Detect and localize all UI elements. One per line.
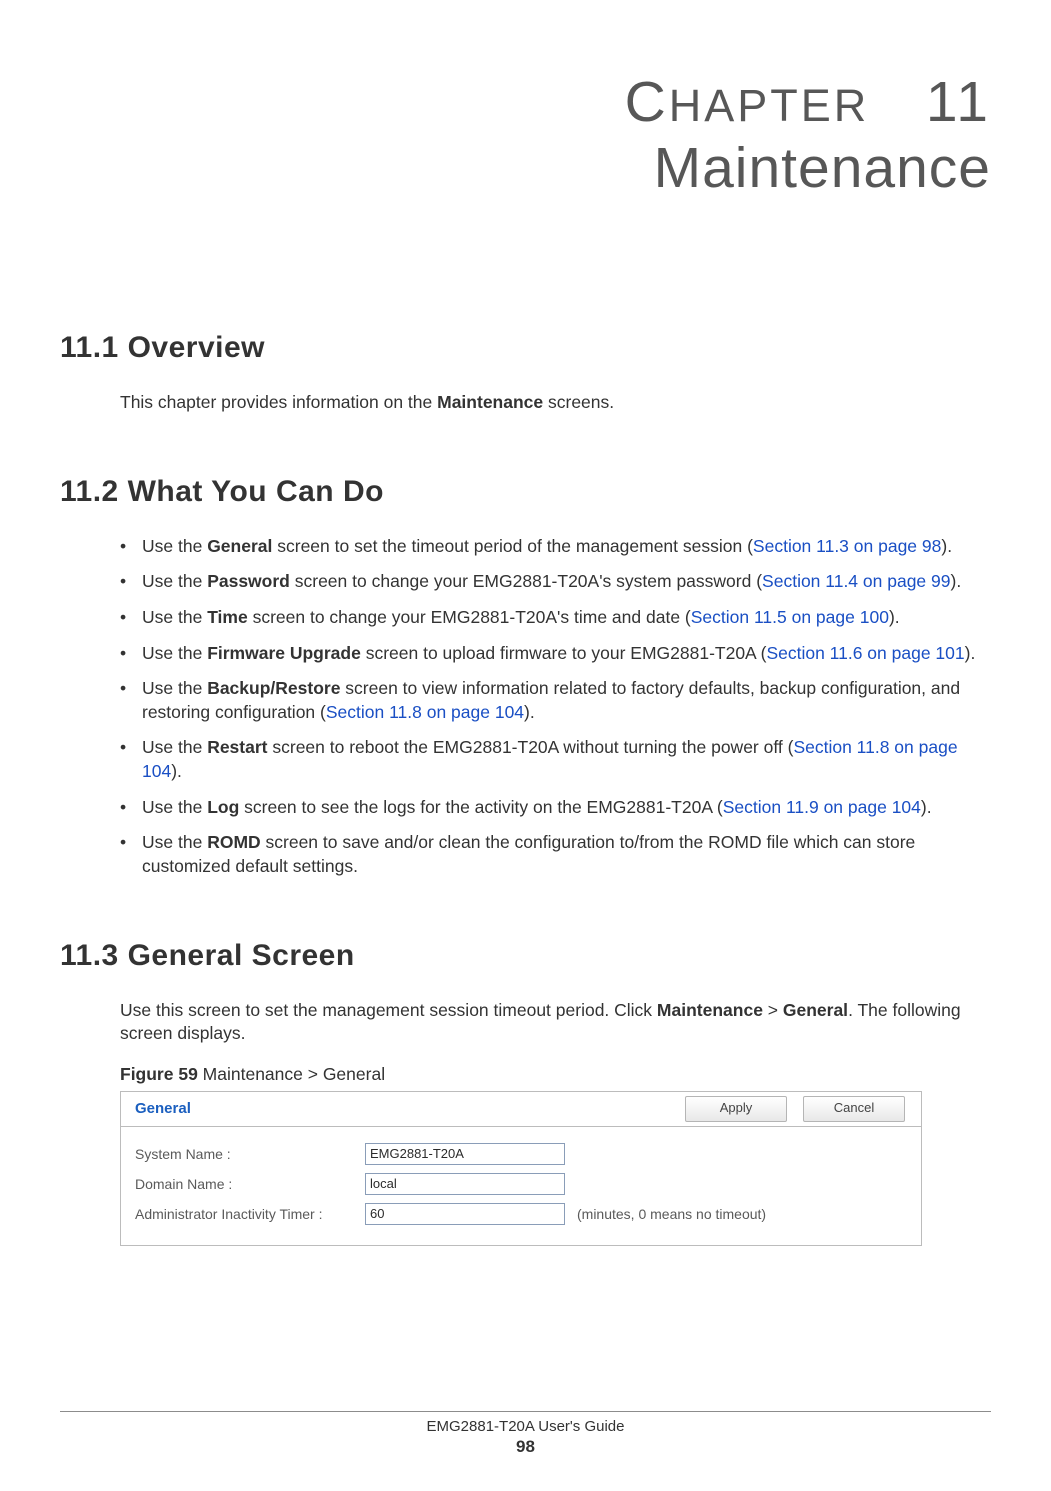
heading-whatyoucando: 11.2 What You Can Do <box>60 475 991 509</box>
section-overview: 11.1 Overview This chapter provides info… <box>60 331 991 415</box>
text: > <box>763 1000 783 1020</box>
row-inactivity-timer: Administrator Inactivity Timer : (minute… <box>135 1199 907 1229</box>
list-item: Use the General screen to set the timeou… <box>120 535 991 559</box>
text: screen to change your EMG2881-T20A's sys… <box>290 571 762 591</box>
text: screen to upload firmware to your EMG288… <box>361 643 767 663</box>
text: ). <box>889 607 900 627</box>
apply-button[interactable]: Apply <box>685 1096 787 1122</box>
text-bold: Firmware Upgrade <box>207 643 361 663</box>
input-system-name[interactable] <box>365 1143 565 1165</box>
section-whatyoucando: 11.2 What You Can Do Use the General scr… <box>60 475 991 879</box>
list-item: Use the Password screen to change your E… <box>120 570 991 594</box>
section-general-screen: 11.3 General Screen Use this screen to s… <box>60 939 991 1246</box>
label-domain-name: Domain Name : <box>135 1176 365 1192</box>
figure-ui-general: General Apply Cancel System Name : Domai… <box>120 1091 922 1246</box>
row-domain-name: Domain Name : <box>135 1169 907 1199</box>
text: ). <box>171 761 182 781</box>
text: Use the <box>142 797 207 817</box>
page: CHAPTER 11 Maintenance 11.1 Overview Thi… <box>0 0 1051 1491</box>
text-bold: Log <box>207 797 239 817</box>
text-bold: General <box>783 1000 848 1020</box>
footer-page-number: 98 <box>60 1437 991 1457</box>
cross-reference[interactable]: Section 11.3 on page 98 <box>753 536 941 556</box>
heading-overview: 11.1 Overview <box>60 331 991 365</box>
text: ). <box>965 643 976 663</box>
text: Use the <box>142 571 207 591</box>
cross-reference[interactable]: Section 11.8 on page 104 <box>326 702 524 722</box>
text: Use the <box>142 643 207 663</box>
chapter-smallcaps: HAPTER <box>669 80 870 131</box>
text: This chapter provides information on the <box>120 392 437 412</box>
text: Use the <box>142 536 207 556</box>
overview-paragraph: This chapter provides information on the… <box>120 391 991 415</box>
cross-reference[interactable]: Section 11.5 on page 100 <box>691 607 889 627</box>
figure-caption: Figure 59 Maintenance > General <box>120 1064 991 1085</box>
list-item: Use the Log screen to see the logs for t… <box>120 796 991 820</box>
chapter-prefix: C <box>625 70 669 134</box>
text: Use the <box>142 737 207 757</box>
ui-panel-title: General <box>121 1100 685 1117</box>
text: ). <box>921 797 932 817</box>
chapter-title: Maintenance <box>60 136 991 202</box>
figure-label: Figure 59 <box>120 1064 198 1084</box>
text-bold: Backup/Restore <box>207 678 340 698</box>
figure-title: Maintenance > General <box>198 1064 385 1084</box>
ui-body: System Name : Domain Name : Administrato… <box>121 1127 921 1245</box>
page-footer: EMG2881-T20A User's Guide 98 <box>60 1411 991 1457</box>
cross-reference[interactable]: Section 11.6 on page 101 <box>766 643 964 663</box>
text: Use the <box>142 678 207 698</box>
heading-general-screen: 11.3 General Screen <box>60 939 991 973</box>
text-bold: Restart <box>207 737 267 757</box>
bullet-list: Use the General screen to set the timeou… <box>120 535 991 879</box>
text-bold: Time <box>207 607 248 627</box>
text-bold: ROMD <box>207 832 260 852</box>
ui-header: General Apply Cancel <box>121 1092 921 1127</box>
label-system-name: System Name : <box>135 1146 365 1162</box>
general-paragraph: Use this screen to set the management se… <box>120 999 991 1046</box>
text: screen to change your EMG2881-T20A's tim… <box>248 607 691 627</box>
list-item: Use the ROMD screen to save and/or clean… <box>120 831 991 878</box>
chapter-header: CHAPTER 11 Maintenance <box>60 70 991 201</box>
list-item: Use the Time screen to change your EMG28… <box>120 606 991 630</box>
text: ). <box>951 571 962 591</box>
text: ). <box>524 702 535 722</box>
text-bold: Maintenance <box>437 392 543 412</box>
chapter-label: CHAPTER 11 <box>60 70 991 136</box>
list-item: Use the Restart screen to reboot the EMG… <box>120 736 991 783</box>
footer-guide-name: EMG2881-T20A User's Guide <box>427 1418 625 1435</box>
cross-reference[interactable]: Section 11.4 on page 99 <box>762 571 950 591</box>
text: screens. <box>543 392 614 412</box>
list-item: Use the Backup/Restore screen to view in… <box>120 677 991 724</box>
text: ). <box>941 536 952 556</box>
input-domain-name[interactable] <box>365 1173 565 1195</box>
list-item: Use the Firmware Upgrade screen to uploa… <box>120 642 991 666</box>
text: screen to set the timeout period of the … <box>272 536 753 556</box>
text: Use the <box>142 607 207 627</box>
text: Use this screen to set the management se… <box>120 1000 657 1020</box>
input-inactivity-timer[interactable] <box>365 1203 565 1225</box>
cross-reference[interactable]: Section 11.9 on page 104 <box>723 797 921 817</box>
text: Use the <box>142 832 207 852</box>
suffix-inactivity-timer: (minutes, 0 means no timeout) <box>577 1206 766 1222</box>
text: screen to see the logs for the activity … <box>239 797 722 817</box>
row-system-name: System Name : <box>135 1139 907 1169</box>
label-inactivity-timer: Administrator Inactivity Timer : <box>135 1206 365 1222</box>
text-bold: Password <box>207 571 290 591</box>
chapter-number: 11 <box>926 70 991 134</box>
cancel-button[interactable]: Cancel <box>803 1096 905 1122</box>
text-bold: General <box>207 536 272 556</box>
text-bold: Maintenance <box>657 1000 763 1020</box>
text: screen to reboot the EMG2881-T20A withou… <box>268 737 794 757</box>
